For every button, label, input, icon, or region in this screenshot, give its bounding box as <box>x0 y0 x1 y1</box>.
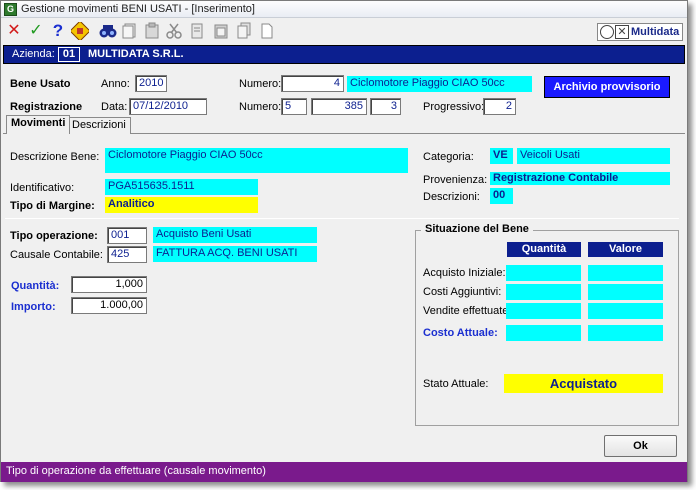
descrizione-bene-field[interactable]: Ciclomotore Piaggio CIAO 50cc <box>105 148 408 173</box>
tipo-operazione-code[interactable]: 001 <box>107 227 147 244</box>
importo-label: Importo: <box>11 301 56 313</box>
data-label: Data: <box>101 101 128 113</box>
tab-descrizioni[interactable]: Descrizioni <box>67 117 131 134</box>
main-window: G Gestione movimenti BENI USATI - [Inser… <box>0 0 688 482</box>
identificativo-label: Identificativo: <box>10 182 75 194</box>
causale-contabile-desc: FATTURA ACQ. BENI USATI <box>153 246 317 262</box>
tipo-margine-field[interactable]: Analitico <box>105 197 258 213</box>
data-field[interactable]: 07/12/2010 <box>129 98 207 115</box>
importo-field[interactable]: 1.000,00 <box>71 297 147 314</box>
help-icon[interactable]: ? <box>48 22 68 40</box>
multidata-logo: ✕ Multidata <box>597 23 683 41</box>
identificativo-field[interactable]: PGA515635.1511 <box>105 179 258 195</box>
descrizione-bene-label: Descrizione Bene: <box>10 151 100 163</box>
causale-contabile-label: Causale Contabile: <box>10 249 103 261</box>
company-code[interactable]: 01 <box>58 47 80 62</box>
quantita-label: Quantità: <box>11 280 60 292</box>
vendite-effettuate-valore <box>588 303 663 319</box>
bene-usato-label: Bene Usato <box>10 78 71 90</box>
vendite-effettuate-quantita <box>506 303 581 319</box>
numero-bene-label: Numero: <box>239 78 282 90</box>
descrizioni-label: Descrizioni: <box>423 191 480 203</box>
col-header-quantita: Quantità <box>507 242 581 257</box>
numero-reg-field-3[interactable]: 3 <box>370 98 401 115</box>
company-label: Azienda: <box>12 48 55 60</box>
toolbar: ✕ ✓ ? <box>1 19 687 43</box>
edit-icon[interactable] <box>69 20 91 42</box>
costi-aggiuntivi-valore <box>588 284 663 300</box>
confirm-icon[interactable]: ✓ <box>26 22 46 40</box>
tab-movimenti[interactable]: Movimenti <box>6 115 71 134</box>
tipo-operazione-desc: Acquisto Beni Usati <box>153 227 317 243</box>
company-name: MULTIDATA S.R.L. <box>88 48 184 60</box>
copy-icon[interactable] <box>120 22 140 40</box>
document-icon[interactable] <box>187 22 207 40</box>
quantita-field[interactable]: 1,000 <box>71 276 147 293</box>
tipo-operazione-label: Tipo operazione: <box>10 230 98 242</box>
paste-icon[interactable] <box>142 22 162 40</box>
company-bar: Azienda: 01 MULTIDATA S.R.L. <box>3 45 685 64</box>
situazione-row-label: Vendite effettuate: <box>423 305 512 317</box>
anno-field[interactable]: 2010 <box>135 75 167 92</box>
section-separator <box>5 218 679 219</box>
acquisto-iniziale-quantita <box>506 265 581 281</box>
cut-icon[interactable] <box>164 22 184 40</box>
clipboard-icon[interactable] <box>211 22 231 40</box>
window-title: Gestione movimenti BENI USATI - [Inserim… <box>21 3 255 15</box>
acquisto-iniziale-valore <box>588 265 663 281</box>
logo-text: Multidata <box>631 26 680 38</box>
stato-attuale-label: Stato Attuale: <box>423 378 489 390</box>
numero-reg-field-2[interactable]: 385 <box>311 98 367 115</box>
costo-attuale-quantita <box>506 325 581 341</box>
progressivo-label: Progressivo: <box>423 101 485 113</box>
situazione-row-label: Acquisto Iniziale: <box>423 267 506 279</box>
blank-page-icon[interactable] <box>257 22 277 40</box>
numero-bene-field[interactable]: 4 <box>281 75 344 92</box>
costi-aggiuntivi-quantita <box>506 284 581 300</box>
archivio-provvisorio-button[interactable]: Archivio provvisorio <box>544 76 670 98</box>
status-bar: Tipo di operazione da effettuare (causal… <box>1 462 687 482</box>
logo-cross-icon: ✕ <box>615 25 629 39</box>
stato-attuale-value: Acquistato <box>504 374 663 393</box>
ok-button[interactable]: Ok <box>604 435 677 457</box>
situazione-title: Situazione del Bene <box>421 223 533 235</box>
anno-label: Anno: <box>101 78 130 90</box>
duplicate-icon[interactable] <box>234 22 254 40</box>
tipo-margine-label: Tipo di Margine: <box>10 200 95 212</box>
categoria-code[interactable]: VE <box>490 148 513 164</box>
descrizioni-field[interactable]: 00 <box>490 188 513 204</box>
provenienza-label: Provenienza: <box>423 174 488 186</box>
categoria-desc: Veicoli Usati <box>517 148 670 164</box>
bene-description: Ciclomotore Piaggio CIAO 50cc <box>347 76 532 92</box>
search-icon[interactable] <box>98 22 118 40</box>
numero-reg-label: Numero: <box>239 101 282 113</box>
registrazione-label: Registrazione <box>10 101 83 113</box>
situazione-row-label: Costi Aggiuntivi: <box>423 286 502 298</box>
causale-contabile-code[interactable]: 425 <box>107 246 147 263</box>
categoria-label: Categoria: <box>423 151 474 163</box>
provenienza-field: Registrazione Contabile <box>490 172 670 185</box>
col-header-valore: Valore <box>588 242 663 257</box>
title-bar: G Gestione movimenti BENI USATI - [Inser… <box>1 1 687 18</box>
numero-reg-field-1[interactable]: 5 <box>281 98 307 115</box>
logo-circle-icon <box>600 25 614 39</box>
costo-attuale-label: Costo Attuale: <box>423 327 498 339</box>
progressivo-field[interactable]: 2 <box>483 98 516 115</box>
close-icon[interactable]: ✕ <box>4 22 24 40</box>
costo-attuale-valore <box>588 325 663 341</box>
app-icon: G <box>4 3 17 16</box>
